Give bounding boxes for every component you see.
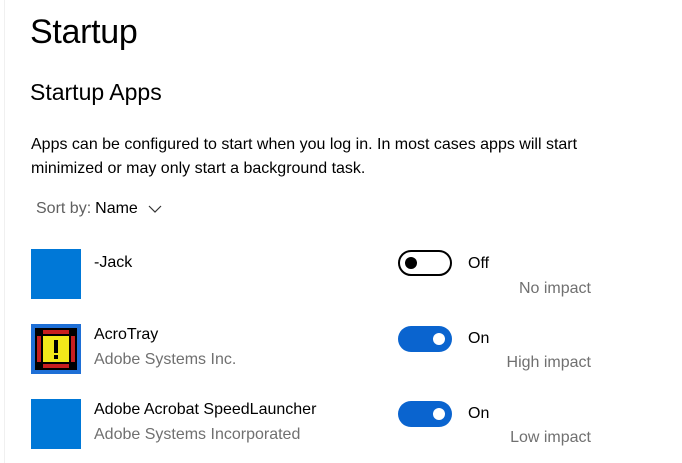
startup-toggle-acrotray[interactable] xyxy=(398,326,452,352)
app-publisher: Adobe Systems Incorporated xyxy=(94,426,301,443)
app-row-acrotray: AcroTray Adobe Systems Inc. On High impa… xyxy=(0,324,682,399)
app-row-speedlauncher: Adobe Acrobat SpeedLauncher Adobe System… xyxy=(0,399,682,463)
section-description: Apps can be configured to start when you… xyxy=(31,136,578,177)
startup-settings-page: Startup Startup Apps Apps can be configu… xyxy=(0,0,682,463)
app-name: AcroTray xyxy=(94,326,159,343)
impact-label: Low impact xyxy=(510,429,591,446)
app-publisher: Adobe Systems Inc. xyxy=(94,351,237,368)
toggle-knob xyxy=(433,333,445,345)
blank-app-icon xyxy=(31,249,81,299)
app-row-jack: -Jack Off No impact xyxy=(0,249,682,324)
startup-toggle-jack[interactable] xyxy=(398,250,452,276)
app-name: -Jack xyxy=(94,254,133,271)
section-title: Startup Apps xyxy=(30,79,162,105)
page-title: Startup xyxy=(30,13,138,51)
toggle-state-label: On xyxy=(468,405,490,422)
sort-value: Name xyxy=(95,200,138,217)
toggle-state-label: On xyxy=(468,330,490,347)
acrotray-warning-icon xyxy=(31,324,81,374)
sort-label: Sort by: xyxy=(36,200,92,217)
toggle-state-label: Off xyxy=(468,255,490,272)
startup-toggle-speedlauncher[interactable] xyxy=(398,401,452,427)
app-name: Adobe Acrobat SpeedLauncher xyxy=(94,401,317,418)
toggle-knob xyxy=(433,408,445,420)
impact-label: High impact xyxy=(506,354,591,371)
impact-label: No impact xyxy=(518,280,591,297)
toggle-knob xyxy=(405,257,417,269)
chevron-down-icon xyxy=(147,201,163,217)
sort-dropdown[interactable]: Sort by: Name xyxy=(36,197,163,221)
blank-app-icon xyxy=(31,399,81,449)
